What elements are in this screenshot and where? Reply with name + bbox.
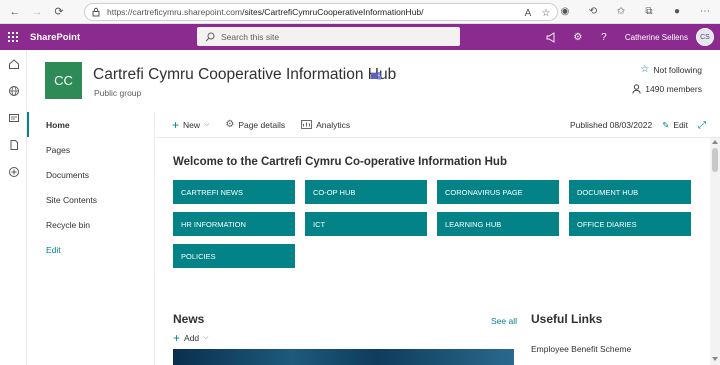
home-icon[interactable] [0,50,27,77]
members-label: 1490 members [645,84,702,94]
news-heading: News [173,312,205,326]
nav-item-pages[interactable]: Pages [27,137,154,162]
chevron-down-icon: ⌵ [203,334,209,341]
members-button[interactable]: 1490 members [632,84,702,94]
avatar[interactable]: CS [696,28,714,46]
lock-icon [92,7,100,17]
tile-co-op-hub[interactable]: CO-OP HUB [305,180,427,204]
tile-document-hub[interactable]: DOCUMENT HUB [569,180,691,204]
sync-icon[interactable]: ⟲ [586,4,600,18]
tile-coronavirus-page[interactable]: CORONAVIRUS PAGE [437,180,559,204]
megaphone-icon[interactable] [539,24,565,50]
see-all-link[interactable]: See all [491,316,517,326]
useful-link-item[interactable]: Employee Benefit Scheme [531,344,631,354]
add-news-button[interactable]: + Add ⌵ [173,331,208,345]
add-label: Add [184,333,200,343]
tile-office-diaries[interactable]: OFFICE DIARIES [569,212,691,236]
analytics-icon [301,120,313,129]
scroll-up-icon[interactable] [712,140,718,144]
scroll-thumb[interactable] [712,148,718,172]
gear-icon: ⚙ [225,119,235,130]
tile-learning-hub[interactable]: LEARNING HUB [437,212,559,236]
help-icon[interactable]: ? [591,24,617,50]
published-status: Published 08/03/2022 [569,120,653,130]
nav-item-recycle-bin[interactable]: Recycle bin [27,212,154,237]
globe-icon[interactable] [0,77,27,104]
site-header: CC Cartrefi Cymru Cooperative Informatio… [27,50,720,112]
star-icon: ☆ [640,64,650,75]
follow-label: Not following [653,64,702,75]
news-image[interactable] [173,349,514,365]
command-bar: + New ⌵ ⚙ Page details Analytics Publish… [156,112,720,138]
chevron-down-icon: ⌵ [204,120,210,128]
scroll-down-icon[interactable] [712,357,718,361]
useful-links-heading: Useful Links [531,312,603,326]
app-rail [0,50,27,365]
more-icon[interactable]: ⋯ [698,4,712,18]
reader-icon[interactable]: A [521,6,535,20]
teams-icon[interactable] [370,70,382,82]
url-text: https://cartreficymru.sharepoint.com/sit… [107,7,424,17]
site-subtitle: Public group [94,88,142,98]
nav-item-documents[interactable]: Documents [27,162,154,187]
nav-item-home[interactable]: Home [27,112,154,137]
favorites-icon[interactable]: ✩ [614,4,628,18]
tile-hr-information[interactable]: HR INFORMATION [173,212,295,236]
tile-policies[interactable]: POLICIES [173,244,295,268]
analytics-button[interactable]: Analytics [301,120,350,130]
page-canvas: Welcome to the Cartrefi Cymru Co-operati… [156,138,708,365]
brand-label[interactable]: SharePoint [30,32,80,43]
app-launcher-icon[interactable] [0,24,26,50]
tile-cartrefi-news[interactable]: CARTREFI NEWS [173,180,295,204]
browser-toolbar: ← → ⟳ https://cartreficymru.sharepoint.c… [0,0,720,24]
collections-icon[interactable]: ⧉ [642,4,656,18]
pencil-icon: ✎ [662,119,670,130]
plus-icon: + [172,117,180,132]
news-icon[interactable] [0,104,27,131]
settings-gear-icon[interactable]: ⚙ [565,24,591,50]
favorite-star-icon[interactable]: ☆ [539,6,553,20]
url-prefix: https://cartreficymru.sharepoint.com [107,7,243,17]
create-plus-icon[interactable] [0,158,27,185]
document-icon[interactable] [0,131,27,158]
suite-bar: SharePoint Search this site ⚙ ? Catherin… [0,24,720,50]
person-icon [632,84,641,94]
back-icon[interactable]: ← [8,5,22,19]
page-details-label: Page details [238,119,286,130]
welcome-heading: Welcome to the Cartrefi Cymru Co-operati… [173,156,507,168]
extension-icon[interactable]: ◉ [558,4,572,18]
nav-item-site-contents[interactable]: Site Contents [27,187,154,212]
quick-links-tiles: CARTREFI NEWS CO-OP HUB CORONAVIRUS PAGE… [173,180,691,268]
new-button[interactable]: + New ⌵ [172,118,209,132]
site-title[interactable]: Cartrefi Cymru Cooperative Information H… [93,66,396,84]
url-path: /sites/CartrefiCymruCooperativeInformati… [242,7,424,17]
address-bar[interactable]: https://cartreficymru.sharepoint.com/sit… [84,3,558,21]
search-input[interactable]: Search this site [197,27,460,46]
search-icon [205,32,215,41]
edit-page-button[interactable]: ✎ Edit [662,120,688,131]
new-label: New [183,119,201,130]
tile-ict[interactable]: ICT [305,212,427,236]
left-navigation: Home Pages Documents Site Contents Recyc… [27,112,155,365]
follow-button[interactable]: ☆ Not following [640,64,702,75]
site-logo[interactable]: CC [45,62,82,99]
refresh-icon[interactable]: ⟳ [52,5,66,19]
page-details-button[interactable]: ⚙ Page details [225,119,285,130]
edit-page-label: Edit [673,120,688,130]
user-name[interactable]: Catherine Sellens [625,33,688,42]
scrollbar[interactable] [710,138,720,365]
expand-icon[interactable]: ⤢ [698,120,706,131]
nav-edit-link[interactable]: Edit [27,237,154,262]
analytics-label: Analytics [316,119,351,130]
search-placeholder: Search this site [221,31,280,42]
profile-icon[interactable]: ● [670,4,684,18]
plus-icon: + [173,331,181,345]
forward-icon[interactable]: → [30,5,44,19]
